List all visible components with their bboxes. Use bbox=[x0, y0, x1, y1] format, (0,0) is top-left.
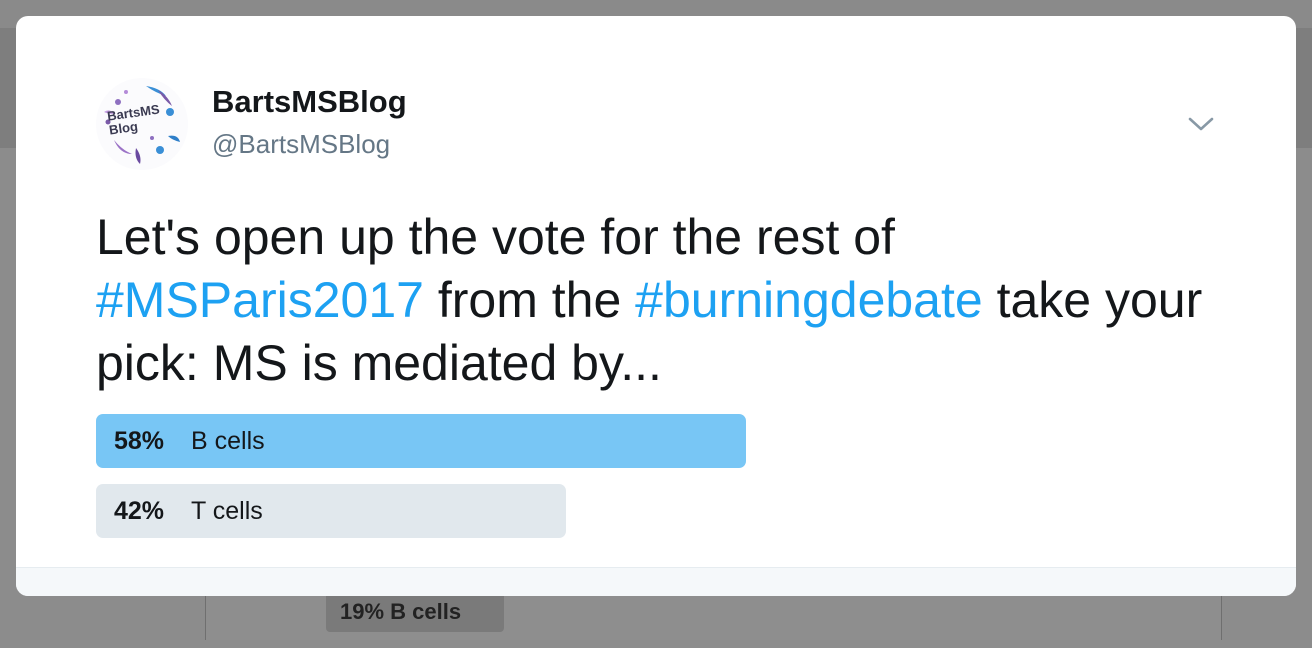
poll-option-percent: 58% bbox=[114, 426, 165, 455]
chevron-down-icon[interactable] bbox=[1184, 112, 1218, 136]
poll-option-label: T cells bbox=[191, 496, 263, 525]
poll-option-bar: 58% B cells bbox=[96, 414, 746, 468]
tweet-text-part: from the bbox=[423, 272, 636, 328]
tweet-text-part: Let's open up the vote for the rest of bbox=[96, 209, 895, 265]
background-poll-option: 19% B cells bbox=[326, 592, 504, 632]
tweet-modal: BartsMS Blog BartsMSBlog @BartsMSBlog Le… bbox=[16, 16, 1296, 596]
poll-option-bar: 42% T cells bbox=[96, 484, 566, 538]
author-handle[interactable]: @BartsMSBlog bbox=[212, 129, 390, 160]
hashtag-link[interactable]: #burningdebate bbox=[635, 272, 983, 328]
poll-option-label: B cells bbox=[191, 426, 265, 455]
author-display-name[interactable]: BartsMSBlog bbox=[212, 84, 407, 120]
hashtag-link[interactable]: #MSParis2017 bbox=[96, 272, 424, 328]
tweet-text: Let's open up the vote for the rest of #… bbox=[96, 206, 1236, 395]
avatar[interactable]: BartsMS Blog bbox=[96, 78, 188, 170]
modal-footer bbox=[16, 567, 1296, 596]
poll-option-percent: 42% bbox=[114, 496, 165, 525]
